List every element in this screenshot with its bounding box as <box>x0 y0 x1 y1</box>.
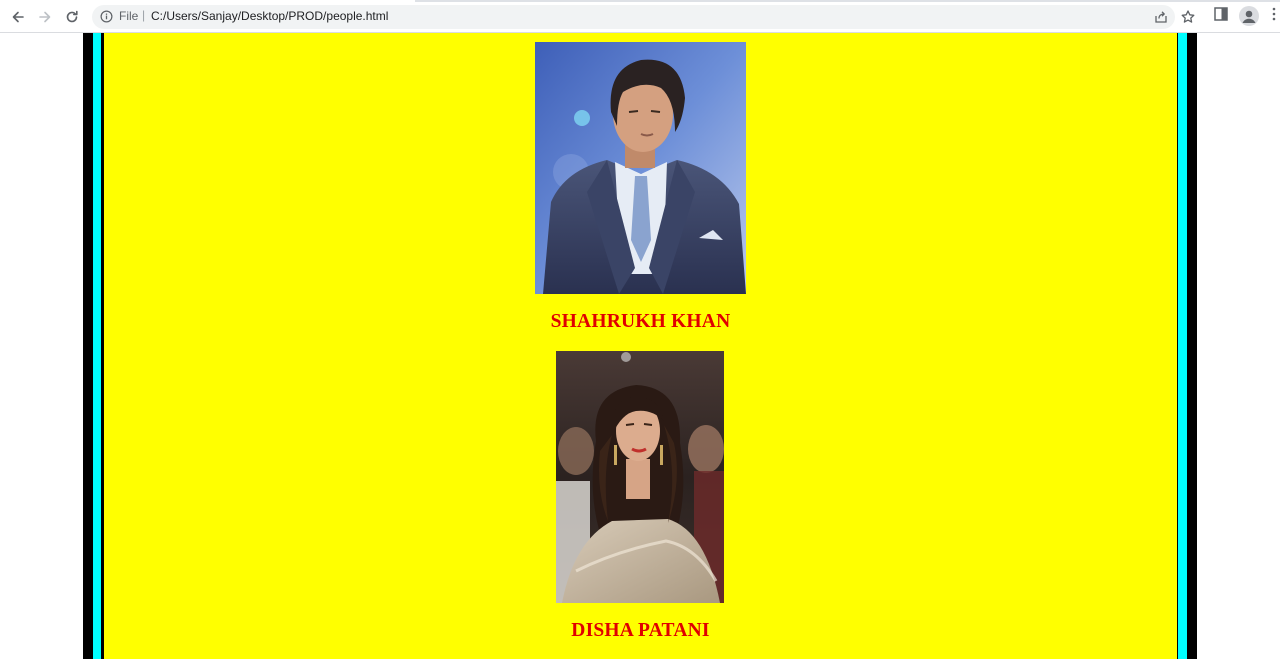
page-viewport: SHAHRUKH KHAN DISHA PATANI <box>0 33 1280 659</box>
url-text[interactable]: C:/Users/Sanjay/Desktop/PROD/people.html <box>151 9 388 23</box>
profile-icon <box>1242 10 1256 23</box>
info-icon[interactable] <box>100 10 113 23</box>
inner-border-right <box>1178 33 1187 659</box>
forward-arrow-icon <box>39 11 51 23</box>
browser-toolbar: File | C:/Users/Sanjay/Desktop/PROD/peop… <box>0 0 1280 33</box>
person-name-2: DISHA PATANI <box>571 620 710 641</box>
inner-border-left <box>93 33 101 659</box>
tab-strip-edge <box>415 0 1280 2</box>
side-panel-icon[interactable] <box>1214 7 1228 21</box>
scheme-label: File <box>119 9 139 23</box>
person-photo-1 <box>535 42 746 294</box>
menu-icon[interactable] <box>1272 7 1276 21</box>
back-button[interactable] <box>6 5 30 29</box>
person-name-1: SHAHRUKH KHAN <box>550 311 731 332</box>
address-bar[interactable]: File | C:/Users/Sanjay/Desktop/PROD/peop… <box>92 5 1195 29</box>
reload-icon <box>66 10 78 23</box>
back-arrow-icon <box>12 11 24 23</box>
person-photo-2 <box>556 351 724 603</box>
scheme-separator: | <box>142 8 146 22</box>
reload-button[interactable] <box>60 5 84 29</box>
profile-button[interactable] <box>1239 6 1259 26</box>
people-content: SHAHRUKH KHAN DISHA PATANI <box>104 33 1177 659</box>
share-icon[interactable] <box>1153 9 1169 25</box>
star-icon[interactable] <box>1180 9 1196 25</box>
forward-button[interactable] <box>33 5 57 29</box>
